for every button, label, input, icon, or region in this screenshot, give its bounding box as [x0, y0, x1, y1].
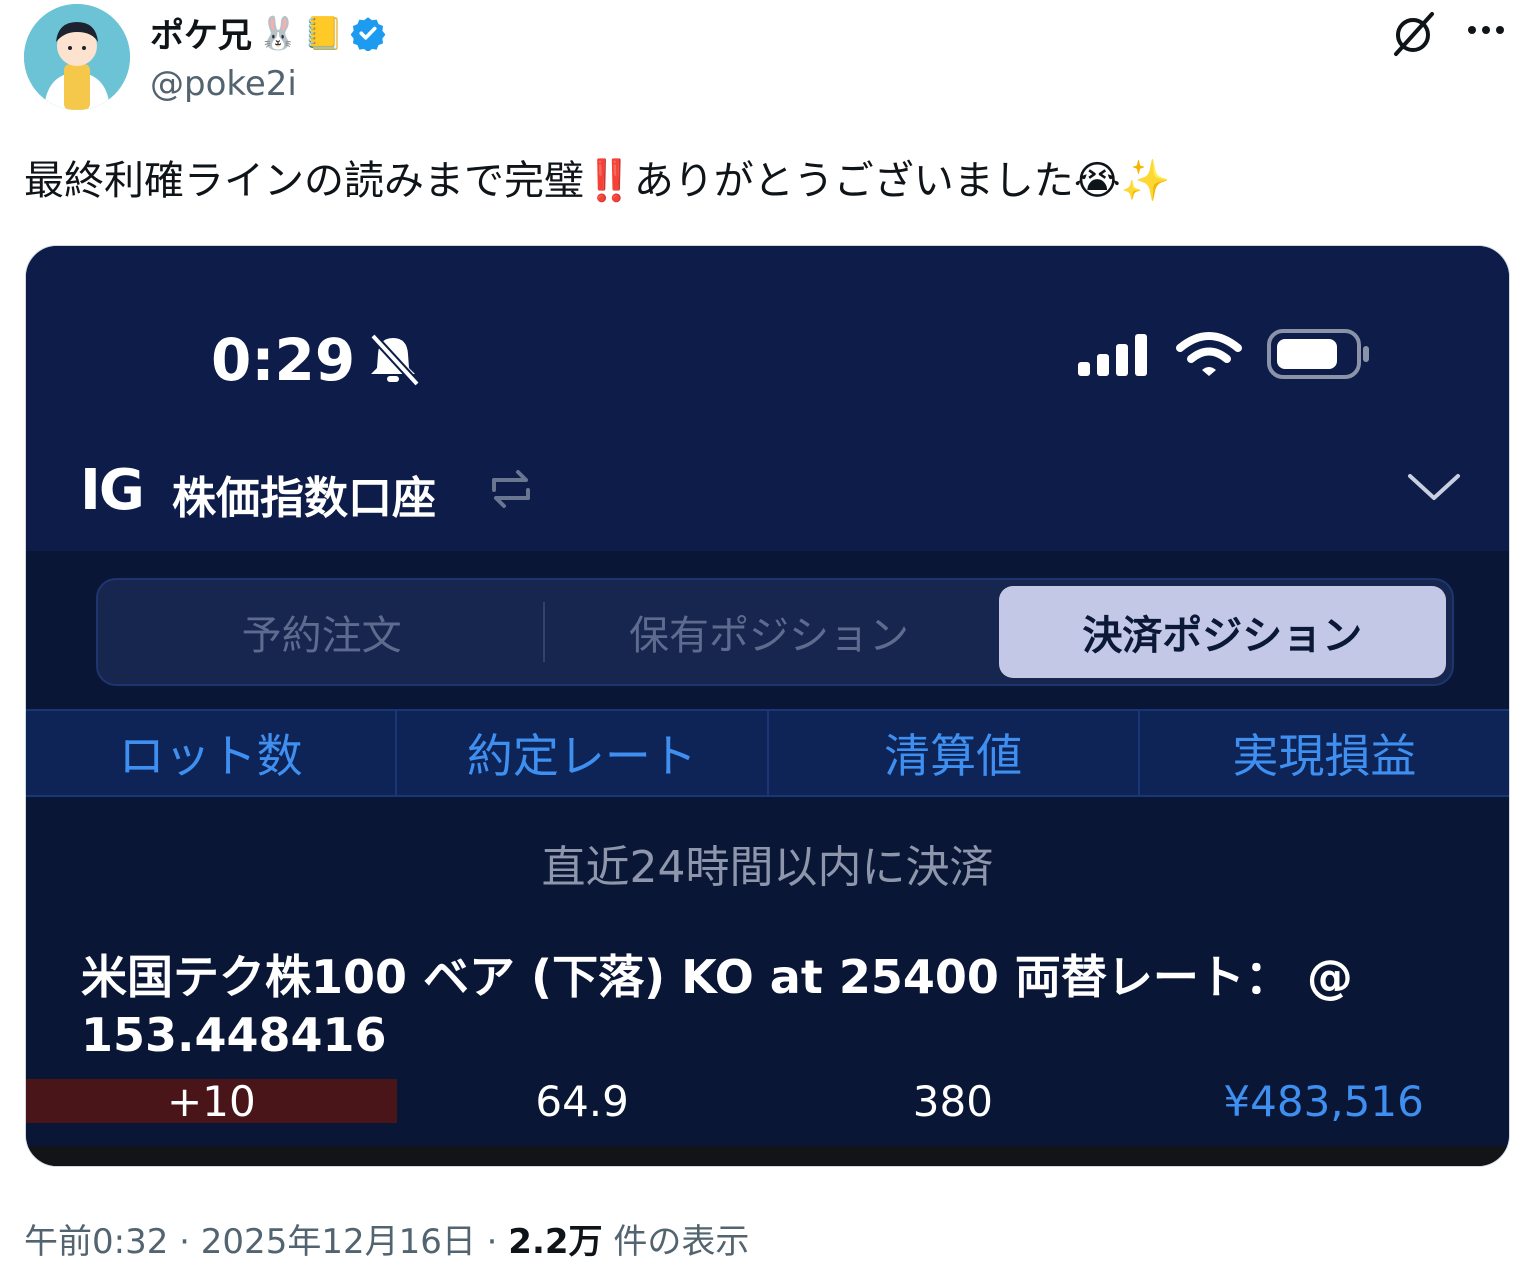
- bell-slash-icon: [370, 333, 421, 387]
- double-exclamation-emoji: ‼️: [584, 158, 634, 204]
- sparkles-emoji: ✨: [1120, 158, 1171, 204]
- battery-icon: [1267, 329, 1369, 379]
- attached-image[interactable]: 0:29 IG 株価指数口座 予約注文 保有ポジション 決済ポジション ロット数…: [25, 245, 1510, 1167]
- more-button[interactable]: [1460, 8, 1512, 52]
- instrument-name[interactable]: 米国テク株100 ベア (下落) KO at 25400 両替レート： @ 15…: [81, 948, 1381, 1064]
- rabbit-emoji: 🐰: [258, 13, 298, 52]
- post-meta: 午前0:32 · 2025年12月16日 · 2.2万 件の表示: [24, 1214, 749, 1263]
- fill-rate-value: 64.9: [535, 1076, 629, 1126]
- clock-time: 0:29: [211, 326, 356, 394]
- post-date[interactable]: 2025年12月16日: [201, 1222, 476, 1262]
- close-value: 380: [912, 1076, 993, 1126]
- switch-account-icon[interactable]: [488, 464, 534, 514]
- notebook-emoji: 📒: [303, 13, 344, 52]
- position-row[interactable]: +10 64.9 380 ¥483,516: [26, 1076, 1509, 1126]
- display-name[interactable]: ポケ兄 🐰 📒: [150, 8, 386, 57]
- wifi-icon: [1176, 332, 1242, 376]
- group-label: 直近24時間以内に決済: [541, 842, 994, 893]
- signal-icon: [1078, 334, 1147, 376]
- verified-badge-icon: [350, 16, 386, 51]
- avatar-illustration: [24, 4, 130, 110]
- avatar[interactable]: [24, 4, 130, 110]
- grok-icon: [1394, 12, 1434, 56]
- grok-button[interactable]: [1388, 8, 1438, 58]
- column-header-fill-rate[interactable]: 約定レート: [397, 711, 769, 795]
- ig-logo: IG: [80, 458, 145, 523]
- column-header-realized-pnl[interactable]: 実現損益: [1140, 711, 1509, 795]
- tab-open-positions[interactable]: 保有ポジション: [545, 580, 992, 684]
- realized-pnl-value: ¥483,516: [1223, 1076, 1424, 1126]
- column-headers: ロット数 約定レート 清算値 実現損益: [26, 709, 1509, 797]
- tab-reserved-orders[interactable]: 予約注文: [98, 580, 546, 684]
- status-bar-clock: 0:29: [211, 326, 423, 394]
- bottom-edge: [26, 1146, 1509, 1166]
- tweet-text-main: 最終利確ラインの読みまで完璧: [24, 158, 584, 204]
- tweet-text: 最終利確ラインの読みまで完璧 ‼️ ありがとうございました 😭 ✨: [24, 150, 1170, 212]
- view-count: 2.2万: [508, 1222, 603, 1262]
- lots-value: +10: [26, 1077, 397, 1126]
- post-time[interactable]: 午前0:32: [24, 1222, 168, 1262]
- status-icons: [1076, 328, 1372, 380]
- display-name-text: ポケ兄: [150, 16, 252, 56]
- chevron-down-icon[interactable]: [1406, 468, 1462, 504]
- handle[interactable]: @poke2i: [150, 64, 297, 104]
- column-header-lots[interactable]: ロット数: [26, 711, 398, 795]
- tab-closed-positions[interactable]: 決済ポジション: [998, 586, 1446, 678]
- meta-separator: ·: [179, 1222, 201, 1262]
- column-header-close-value[interactable]: 清算値: [769, 711, 1140, 795]
- position-tabs: 予約注文 保有ポジション 決済ポジション: [96, 578, 1454, 686]
- meta-separator: ·: [486, 1222, 509, 1262]
- more-icon: [1468, 26, 1504, 34]
- tweet-text-thanks: ありがとうございました: [633, 158, 1074, 204]
- crying-face-emoji: 😭: [1073, 158, 1121, 204]
- account-name[interactable]: 株価指数口座: [172, 462, 436, 526]
- view-count-label: 件の表示: [613, 1222, 750, 1262]
